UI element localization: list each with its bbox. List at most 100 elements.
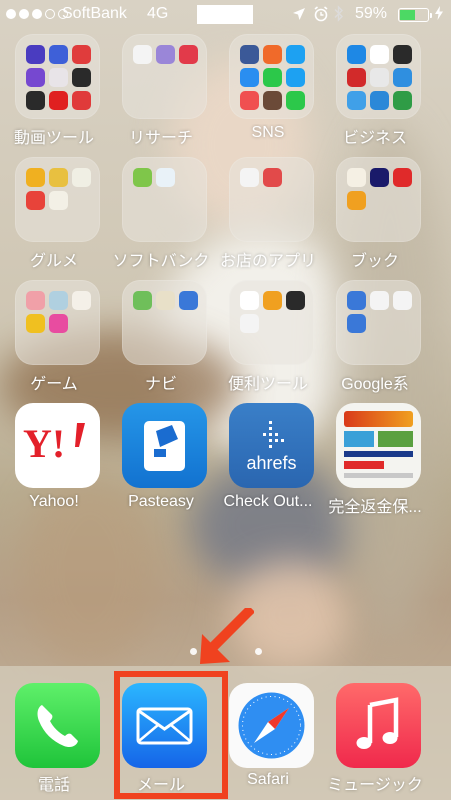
safari-app-icon[interactable] xyxy=(229,683,314,768)
folder-mini-app-icon xyxy=(240,45,259,64)
folder-mini-app-icon xyxy=(263,168,282,187)
status-bar: SoftBank 4G 59% xyxy=(0,0,451,30)
bluetooth-icon xyxy=(334,5,344,26)
navi-folder-icon[interactable] xyxy=(122,280,207,365)
dock-label-phone: 電話 xyxy=(37,777,70,794)
store-apps-folder-icon[interactable] xyxy=(229,157,314,242)
folder-mini-app-icon xyxy=(26,291,45,310)
folder-mini-app-icon xyxy=(263,91,282,110)
research-folder-icon[interactable] xyxy=(122,34,207,119)
ahrefs-app-icon[interactable]: ahrefs xyxy=(229,403,314,488)
folder-mini-app-icon xyxy=(263,291,282,310)
folder-mini-app-icon xyxy=(72,68,91,87)
app-label: Pasteasy xyxy=(128,493,194,510)
annotation-arrow xyxy=(200,608,254,664)
folder-mini-app-icon xyxy=(49,45,68,64)
alarm-clock-icon xyxy=(313,6,329,27)
folder-mini-app-icon xyxy=(49,191,68,210)
refund-guarantee-app-icon[interactable] xyxy=(336,403,421,488)
folder-mini-app-icon xyxy=(26,191,45,210)
folder-mini-app-icon xyxy=(393,45,412,64)
folder-mini-app-icon xyxy=(156,45,175,64)
video-tools-folder-icon[interactable] xyxy=(15,34,100,119)
folder-mini-app-icon xyxy=(286,45,305,64)
google-apps-folder-icon[interactable] xyxy=(336,280,421,365)
folder-mini-app-icon xyxy=(26,68,45,87)
folder-mini-app-icon xyxy=(179,291,198,310)
folder-mini-app-icon xyxy=(240,314,259,333)
folder-mini-app-icon xyxy=(286,91,305,110)
folder-mini-app-icon xyxy=(263,45,282,64)
app-label: ゲーム xyxy=(30,376,78,393)
folder-mini-app-icon xyxy=(49,68,68,87)
folder-mini-app-icon xyxy=(370,291,389,310)
app-label: 完全返金保... xyxy=(328,499,422,516)
pasteasy-app-icon[interactable] xyxy=(122,403,207,488)
app-label: ビジネス xyxy=(342,130,407,147)
folder-mini-app-icon xyxy=(26,91,45,110)
softbank-folder-icon[interactable] xyxy=(122,157,207,242)
folder-mini-app-icon xyxy=(156,291,175,310)
folder-mini-app-icon xyxy=(240,291,259,310)
carrier-name: SoftBank xyxy=(62,5,127,22)
battery-icon xyxy=(398,8,432,22)
app-label: 動画ツール xyxy=(13,130,94,147)
dock-label-music: ミュージック xyxy=(327,777,423,794)
folder-mini-app-icon xyxy=(286,68,305,87)
folder-mini-app-icon xyxy=(240,168,259,187)
location-arrow-icon xyxy=(292,7,306,26)
yahoo-app-icon[interactable]: Y! xyxy=(15,403,100,488)
folder-mini-app-icon xyxy=(347,45,366,64)
charging-bolt-icon xyxy=(435,6,443,23)
folder-mini-app-icon xyxy=(240,91,259,110)
folder-mini-app-icon xyxy=(286,291,305,310)
app-label: ナビ xyxy=(144,376,177,393)
folder-mini-app-icon xyxy=(133,45,152,64)
folder-mini-app-icon xyxy=(49,91,68,110)
app-label: SNS xyxy=(251,124,285,141)
svg-text:Y!: Y! xyxy=(23,421,65,466)
folder-mini-app-icon xyxy=(393,91,412,110)
app-label: Yahoo! xyxy=(29,493,79,510)
folder-mini-app-icon xyxy=(49,291,68,310)
game-folder-icon[interactable] xyxy=(15,280,100,365)
ahrefs-logo-text: ahrefs xyxy=(246,453,297,473)
utility-tools-folder-icon[interactable] xyxy=(229,280,314,365)
folder-mini-app-icon xyxy=(156,168,175,187)
folder-mini-app-icon xyxy=(393,168,412,187)
folder-mini-app-icon xyxy=(370,68,389,87)
folder-mini-app-icon xyxy=(347,68,366,87)
music-app-icon[interactable] xyxy=(336,683,421,768)
app-label: リサーチ xyxy=(128,130,193,147)
signal-strength xyxy=(6,9,68,19)
book-folder-icon[interactable] xyxy=(336,157,421,242)
folder-mini-app-icon xyxy=(179,45,198,64)
folder-mini-app-icon xyxy=(72,168,91,187)
phone-app-icon[interactable] xyxy=(15,683,100,768)
folder-mini-app-icon xyxy=(72,45,91,64)
folder-mini-app-icon xyxy=(26,45,45,64)
folder-mini-app-icon xyxy=(26,314,45,333)
business-folder-icon[interactable] xyxy=(336,34,421,119)
app-label: グルメ xyxy=(29,253,78,270)
app-label: Google系 xyxy=(341,376,409,393)
sns-folder-icon[interactable] xyxy=(229,34,314,119)
app-label: ブック xyxy=(350,253,399,270)
folder-mini-app-icon xyxy=(49,168,68,187)
app-label: お店のアプリ xyxy=(219,253,316,270)
folder-mini-app-icon xyxy=(72,291,91,310)
redacted-box xyxy=(197,5,253,24)
page-dot-2[interactable] xyxy=(254,648,262,655)
folder-mini-app-icon xyxy=(393,68,412,87)
app-label: Check Out... xyxy=(223,493,313,510)
folder-mini-app-icon xyxy=(347,91,366,110)
app-label: ソフトバンク xyxy=(112,253,210,270)
folder-mini-app-icon xyxy=(49,314,68,333)
network-type: 4G xyxy=(147,5,169,22)
annotation-highlight-box xyxy=(114,671,228,799)
folder-mini-app-icon xyxy=(26,168,45,187)
folder-mini-app-icon xyxy=(347,168,366,187)
gourmet-folder-icon[interactable] xyxy=(15,157,100,242)
folder-mini-app-icon xyxy=(347,314,366,333)
folder-mini-app-icon xyxy=(370,168,389,187)
